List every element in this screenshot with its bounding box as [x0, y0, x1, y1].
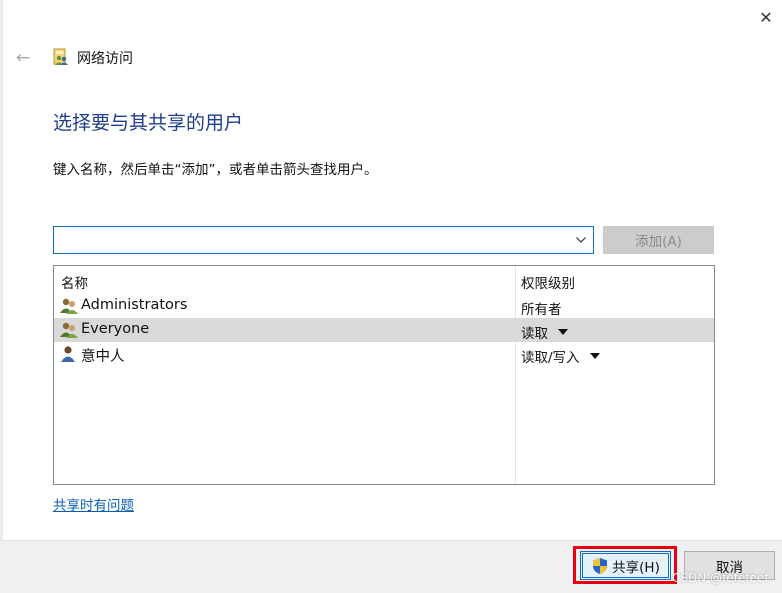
sharing-help-link[interactable]: 共享时有问题 [53, 494, 134, 514]
user-name-input[interactable] [56, 229, 574, 251]
user-name-combobox[interactable] [53, 226, 594, 254]
add-button[interactable]: 添加(A) [603, 226, 714, 254]
permission-dropdown[interactable]: 读取 [521, 322, 568, 342]
list-row-administrators[interactable]: Administrators 所有者 [54, 294, 714, 318]
permission-label: 所有者 [521, 302, 562, 318]
share-button-label: 共享(H) [612, 559, 660, 576]
column-header-name[interactable]: 名称 [61, 272, 88, 292]
back-arrow-icon[interactable]: ← [16, 48, 30, 68]
permission-label: 读取 [521, 326, 548, 342]
dropdown-arrow-icon[interactable] [589, 353, 600, 359]
chevron-down-icon [576, 237, 586, 243]
user-name: 意中人 [81, 349, 125, 365]
user-name: Everyone [81, 321, 150, 337]
combo-dropdown-button[interactable] [571, 229, 591, 251]
user-name: Administrators [81, 297, 188, 313]
network-share-icon [53, 48, 68, 65]
window-title: 网络访问 [77, 51, 133, 67]
permission-label: 读取/写入 [521, 350, 580, 366]
permission-level: 所有者 [521, 298, 562, 318]
share-button[interactable]: 共享(H) [580, 551, 671, 580]
sharing-dialog: ✕ ← 网络访问 选择要与其共享的用户 键入名称，然后单击“添加”，或者单击箭头… [0, 0, 782, 593]
permission-dropdown[interactable]: 读取/写入 [521, 346, 600, 366]
list-header: 名称 权限级别 [54, 266, 714, 292]
watermark-text: CSDN @fefefeef [672, 571, 769, 585]
user-group-icon [60, 298, 78, 314]
window-left-edge [0, 0, 3, 540]
column-header-permission[interactable]: 权限级别 [521, 272, 575, 292]
list-row-user[interactable]: 意中人 读取/写入 [54, 342, 714, 366]
close-button[interactable]: ✕ [752, 3, 780, 31]
instruction-text: 键入名称，然后单击“添加”，或者单击箭头查找用户。 [53, 162, 378, 178]
dropdown-arrow-icon[interactable] [558, 329, 568, 335]
uac-shield-icon [593, 557, 608, 574]
back-button[interactable]: ← [10, 45, 36, 71]
list-row-everyone[interactable]: Everyone 读取 [54, 318, 714, 342]
user-group-icon [60, 322, 78, 338]
user-icon [61, 346, 75, 362]
close-icon[interactable]: ✕ [759, 8, 772, 27]
page-heading: 选择要与其共享的用户 [53, 112, 244, 134]
user-permission-list[interactable]: 名称 权限级别 Administrators 所有者 Everyone 读取 意… [53, 265, 715, 485]
